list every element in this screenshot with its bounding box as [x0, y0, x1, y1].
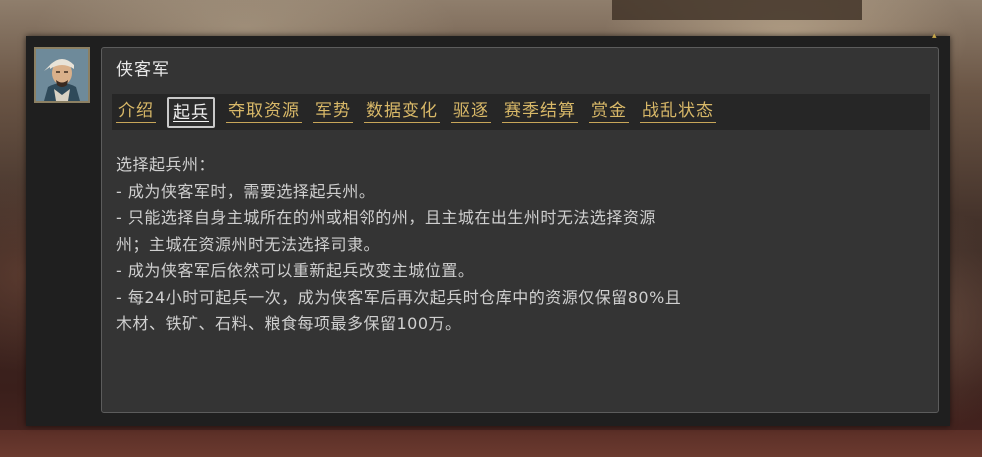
background-floor	[0, 430, 982, 457]
content-heading: 选择起兵州：	[116, 155, 216, 174]
tab-seize-resources[interactable]: 夺取资源	[226, 101, 302, 123]
tab-raise-army[interactable]: 起兵	[167, 96, 215, 128]
tab-expel[interactable]: 驱逐	[451, 101, 491, 123]
general-portrait-icon	[36, 49, 88, 101]
tab-bounty[interactable]: 赏金	[589, 101, 629, 123]
content-line: - 成为侠客军后依然可以重新起兵改变主城位置。	[116, 261, 475, 280]
tab-war-status[interactable]: 战乱状态	[640, 101, 716, 123]
tab-army-power[interactable]: 军势	[313, 101, 353, 123]
info-panel: 侠客军 介绍 起兵 夺取资源 军势 数据变化 驱逐 赛季结算 赏金 战乱状态 选…	[101, 47, 939, 413]
general-portrait	[34, 47, 90, 103]
tab-content: 选择起兵州： - 成为侠客军时，需要选择起兵州。 - 只能选择自身主城所在的州或…	[116, 152, 922, 338]
content-line: - 只能选择自身主城所在的州或相邻的州，且主城在出生州时无法选择资源	[116, 208, 656, 227]
content-line: 州；主城在资源州时无法选择司隶。	[116, 234, 381, 254]
tab-intro[interactable]: 介绍	[116, 101, 156, 123]
tab-data-changes[interactable]: 数据变化	[364, 101, 440, 123]
corner-ornament-icon: ▴	[932, 31, 937, 41]
panel-title: 侠客军	[116, 60, 170, 80]
tab-season-settlement[interactable]: 赛季结算	[502, 101, 578, 123]
content-line: - 成为侠客军时，需要选择起兵州。	[116, 181, 376, 201]
content-line: - 每24小时可起兵一次，成为侠客军后再次起兵时仓库中的资源仅保留80%且	[116, 287, 682, 307]
tab-bar: 介绍 起兵 夺取资源 军势 数据变化 驱逐 赛季结算 赏金 战乱状态	[112, 94, 930, 130]
background-sign	[612, 0, 862, 20]
content-line: 木材、铁矿、石料、粮食每项最多保留100万。	[116, 314, 462, 333]
